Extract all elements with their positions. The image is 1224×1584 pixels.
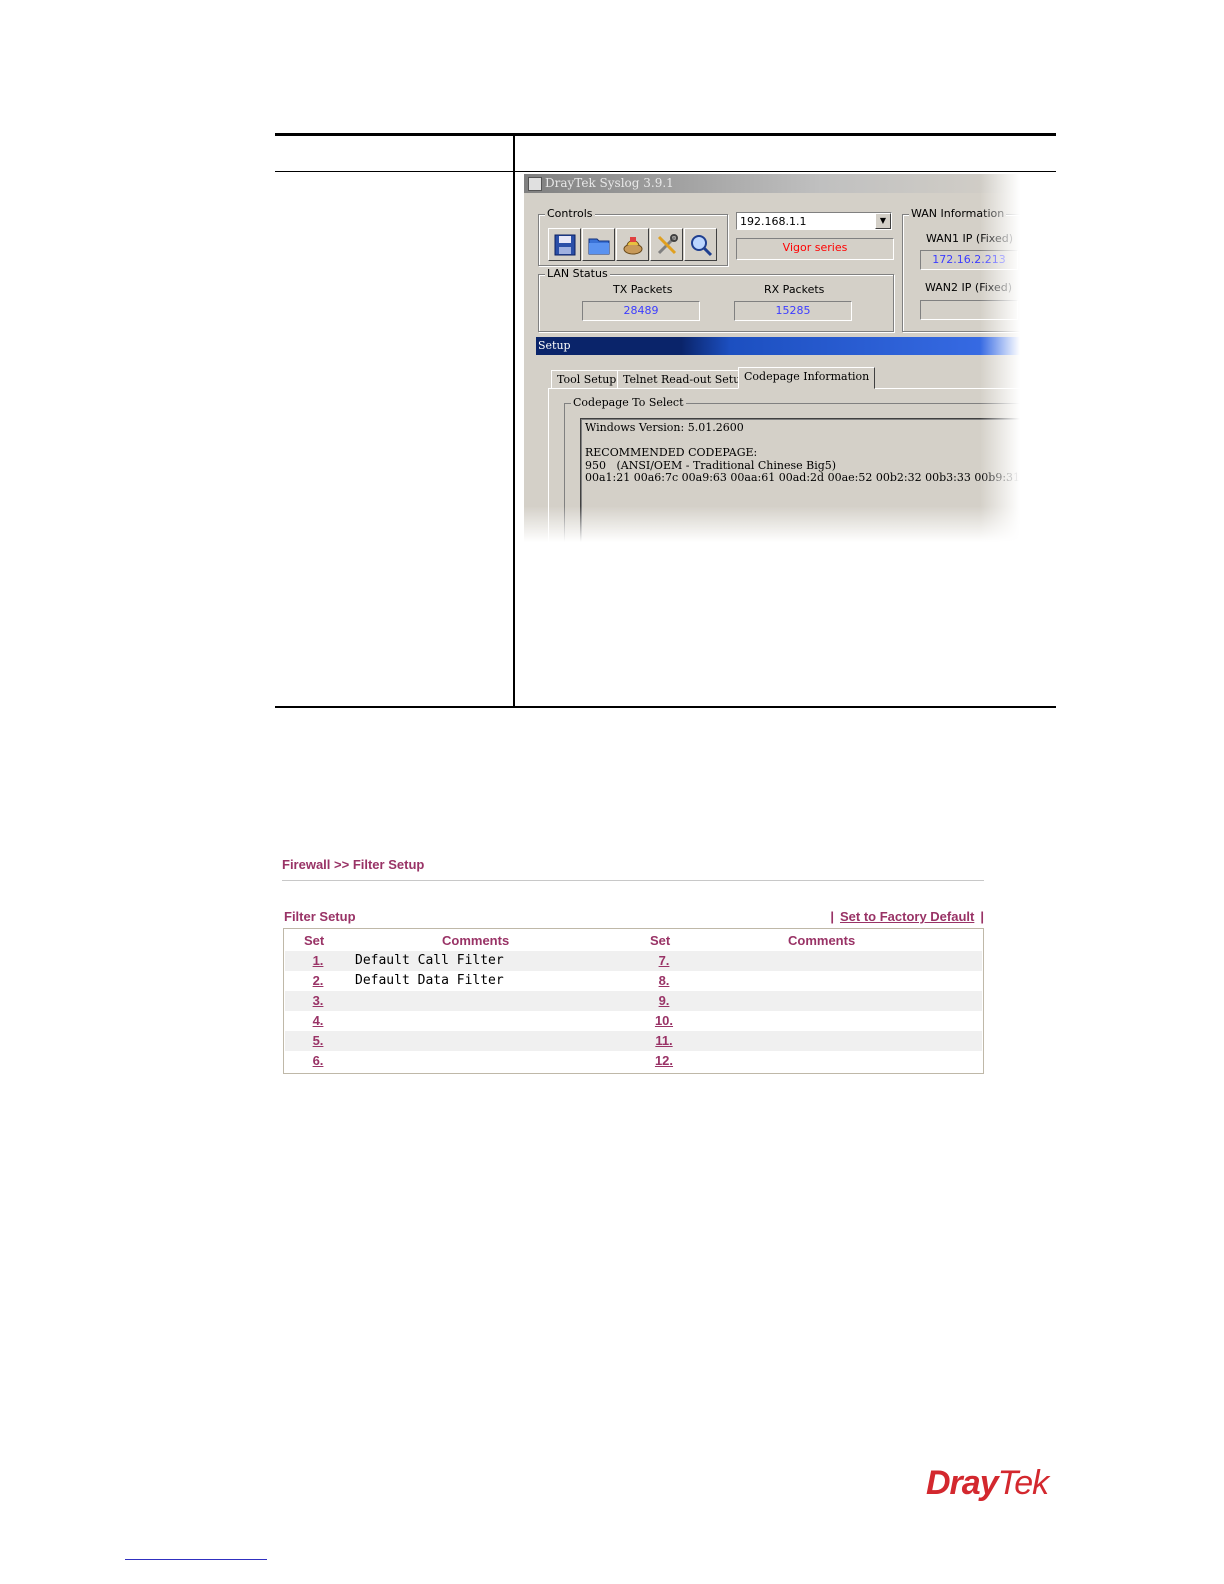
- table-top-rule: [275, 133, 1056, 136]
- window-title: DrayTek Syslog 3.9.1: [545, 176, 674, 190]
- filter-set-11-link[interactable]: 11.: [644, 1031, 684, 1051]
- open-folder-icon: [588, 238, 609, 254]
- filter-set-table: Set Comments Set Comments 1. Default Cal…: [283, 928, 984, 1074]
- tab-codepage-information[interactable]: Codepage Information: [738, 367, 876, 389]
- filter-set-6-link[interactable]: 6.: [298, 1051, 338, 1071]
- table-row: 5. 11.: [285, 1031, 982, 1051]
- header-set-right: Set: [650, 933, 671, 948]
- search-icon: [690, 234, 712, 256]
- draytek-logo: DrayTek: [926, 1464, 1050, 1503]
- filter-set-9-link[interactable]: 9.: [644, 991, 684, 1011]
- header-comments-left: Comments: [442, 933, 510, 948]
- wan-info-label: WAN Information: [909, 207, 1007, 220]
- controls-label: Controls: [545, 207, 595, 220]
- codepage-group-label: Codepage To Select: [571, 396, 686, 409]
- tools-button[interactable]: [650, 228, 683, 261]
- tab-tool-setup[interactable]: Tool Setup: [551, 370, 623, 389]
- setup-title: Setup: [538, 339, 571, 352]
- table-row: 2. Default Data Filter 8.: [285, 971, 982, 991]
- chevron-down-icon[interactable]: ▼: [875, 213, 891, 229]
- setup-titlebar: Setup: [536, 337, 1020, 355]
- router-ip-select[interactable]: 192.168.1.1 ▼: [736, 212, 892, 230]
- header-set-left: Set: [304, 933, 325, 948]
- table-header-rule: [275, 171, 1056, 172]
- open-button[interactable]: [582, 228, 615, 261]
- filter-set-2-comment: Default Data Filter: [355, 973, 504, 988]
- app-icon: [528, 177, 542, 191]
- filter-set-2-link[interactable]: 2.: [298, 971, 338, 991]
- tab-telnet-readout-setup[interactable]: Telnet Read-out Setup: [617, 370, 754, 389]
- tx-packets-field: 28489: [582, 301, 700, 321]
- tools-icon: [657, 233, 678, 254]
- set-factory-default-link[interactable]: Set to Factory Default: [840, 909, 974, 924]
- filter-set-5-link[interactable]: 5.: [298, 1031, 338, 1051]
- search-button[interactable]: [684, 228, 717, 261]
- table-row: 4. 10.: [285, 1011, 982, 1031]
- rx-packets-field: 15285: [734, 301, 852, 321]
- table-column-divider: [513, 136, 515, 707]
- filter-set-8-link[interactable]: 8.: [644, 971, 684, 991]
- wan2-label: WAN2 IP (Fixed): [925, 281, 1012, 294]
- filter-set-10-link[interactable]: 10.: [644, 1011, 684, 1031]
- separator-right: |: [980, 909, 984, 924]
- breadcrumb-divider: [282, 880, 984, 881]
- table-row: 6. 12.: [285, 1051, 982, 1071]
- syslog-titlebar: DrayTek Syslog 3.9.1: [524, 174, 1020, 193]
- wan2-ip-field: [920, 300, 1018, 320]
- save-button[interactable]: [548, 228, 581, 261]
- clear-icon: [623, 236, 642, 254]
- filter-set-7-link[interactable]: 7.: [644, 951, 684, 971]
- wan1-label: WAN1 IP (Fixed): [926, 232, 1013, 245]
- filter-set-3-link[interactable]: 3.: [298, 991, 338, 1011]
- lan-status-label: LAN Status: [545, 267, 610, 280]
- footer-rule: [125, 1559, 267, 1560]
- rx-packets-label: RX Packets: [764, 283, 825, 296]
- router-ip-value: 192.168.1.1: [740, 215, 807, 228]
- router-model-field: Vigor series: [736, 238, 894, 260]
- separator-left: |: [830, 909, 834, 924]
- filter-set-1-comment: Default Call Filter: [355, 953, 504, 968]
- header-comments-right: Comments: [788, 933, 856, 948]
- tx-packets-label: TX Packets: [613, 283, 673, 296]
- table-header-row: Set Comments Set Comments: [285, 931, 982, 951]
- filter-set-12-link[interactable]: 12.: [644, 1051, 684, 1071]
- filter-setup-title: Filter Setup: [284, 909, 356, 924]
- table-row: 3. 9.: [285, 991, 982, 1011]
- filter-set-1-link[interactable]: 1.: [298, 951, 338, 971]
- logo-dray: Dray: [926, 1464, 999, 1502]
- syslog-window: DrayTek Syslog 3.9.1 Controls 192.168.1.…: [524, 174, 1020, 542]
- wan1-ip-field: 172.16.2.213: [920, 250, 1018, 270]
- save-icon: [554, 234, 575, 255]
- codepage-textarea[interactable]: Windows Version: 5.01.2600 RECOMMENDED C…: [580, 418, 1020, 542]
- table-row: 1. Default Call Filter 7.: [285, 951, 982, 971]
- factory-default-area: | Set to Factory Default |: [830, 909, 984, 924]
- clear-button[interactable]: [616, 228, 649, 261]
- logo-tek: Tek: [997, 1464, 1050, 1502]
- breadcrumb: Firewall >> Filter Setup: [282, 857, 425, 872]
- table-bottom-rule: [275, 706, 1056, 708]
- filter-set-4-link[interactable]: 4.: [298, 1011, 338, 1031]
